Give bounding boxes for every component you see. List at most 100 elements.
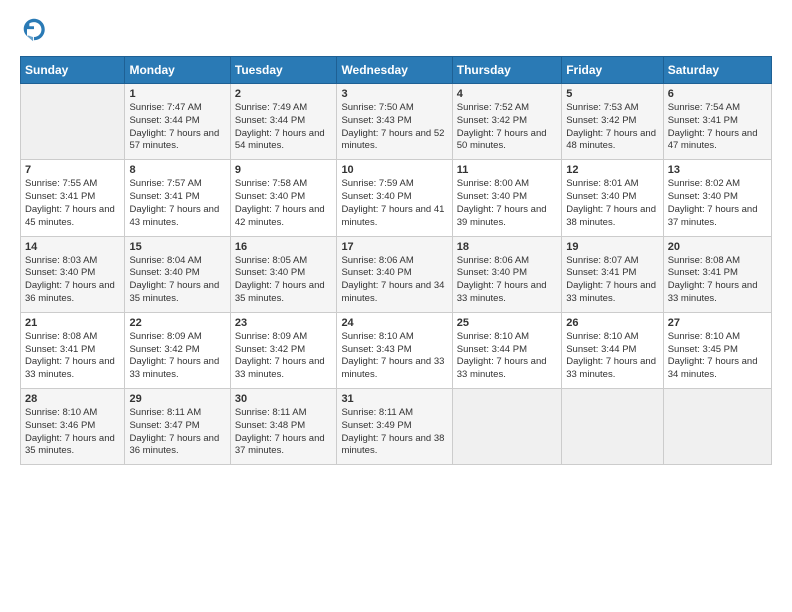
day-info: Sunrise: 8:03 AMSunset: 3:40 PMDaylight:… (25, 255, 120, 306)
day-number: 1 (129, 88, 225, 100)
day-number: 7 (25, 164, 120, 176)
day-cell: 16Sunrise: 8:05 AMSunset: 3:40 PMDayligh… (230, 236, 337, 312)
day-cell: 4Sunrise: 7:52 AMSunset: 3:42 PMDaylight… (452, 84, 561, 160)
calendar-table: SundayMondayTuesdayWednesdayThursdayFrid… (20, 56, 772, 465)
week-row-3: 21 Sunrise: 8:08 AMSunset: 3:41 PMDayligh… (21, 312, 772, 388)
day-cell: 7 Sunrise: 7:55 AMSunset: 3:41 PMDaylight… (21, 160, 125, 236)
day-cell: 23Sunrise: 8:09 AMSunset: 3:42 PMDayligh… (230, 312, 337, 388)
col-header-monday: Monday (125, 57, 230, 84)
day-number: 22 (129, 317, 225, 329)
week-row-4: 28 Sunrise: 8:10 AMSunset: 3:46 PMDayligh… (21, 389, 772, 465)
day-info: Sunrise: 8:06 AMSunset: 3:40 PMDaylight:… (341, 255, 447, 306)
day-cell: 11 Sunrise: 8:00 AMSunset: 3:40 PMDayligh… (452, 160, 561, 236)
day-cell: 13 Sunrise: 8:02 AMSunset: 3:40 PMDayligh… (663, 160, 771, 236)
day-cell: 17 Sunrise: 8:06 AMSunset: 3:40 PMDayligh… (337, 236, 452, 312)
day-info: Sunrise: 7:47 AMSunset: 3:44 PMDaylight:… (129, 102, 225, 153)
day-number: 16 (235, 241, 333, 253)
day-cell: 19 Sunrise: 8:07 AMSunset: 3:41 PMDayligh… (562, 236, 663, 312)
col-header-tuesday: Tuesday (230, 57, 337, 84)
day-cell: 31 Sunrise: 8:11 AMSunset: 3:49 PMDayligh… (337, 389, 452, 465)
day-number: 15 (129, 241, 225, 253)
day-info: Sunrise: 8:09 AMSunset: 3:42 PMDaylight:… (235, 331, 333, 382)
day-number: 14 (25, 241, 120, 253)
day-cell: 22 Sunrise: 8:09 AMSunset: 3:42 PMDayligh… (125, 312, 230, 388)
day-number: 28 (25, 393, 120, 405)
day-info: Sunrise: 8:11 AMSunset: 3:48 PMDaylight:… (235, 407, 333, 458)
day-cell: 26 Sunrise: 8:10 AMSunset: 3:44 PMDayligh… (562, 312, 663, 388)
day-cell: 24 Sunrise: 8:10 AMSunset: 3:43 PMDayligh… (337, 312, 452, 388)
day-cell: 14 Sunrise: 8:03 AMSunset: 3:40 PMDayligh… (21, 236, 125, 312)
day-cell: 8Sunrise: 7:57 AMSunset: 3:41 PMDaylight… (125, 160, 230, 236)
day-info: Sunrise: 7:55 AMSunset: 3:41 PMDaylight:… (25, 178, 120, 229)
day-number: 11 (457, 164, 557, 176)
day-cell (452, 389, 561, 465)
day-info: Sunrise: 8:07 AMSunset: 3:41 PMDaylight:… (566, 255, 658, 306)
day-cell (663, 389, 771, 465)
day-number: 2 (235, 88, 333, 100)
day-cell: 30 Sunrise: 8:11 AMSunset: 3:48 PMDayligh… (230, 389, 337, 465)
day-number: 10 (341, 164, 447, 176)
day-info: Sunrise: 8:10 AMSunset: 3:44 PMDaylight:… (566, 331, 658, 382)
day-info: Sunrise: 8:09 AMSunset: 3:42 PMDaylight:… (129, 331, 225, 382)
day-cell: 2 Sunrise: 7:49 AMSunset: 3:44 PMDaylight… (230, 84, 337, 160)
day-cell: 18Sunrise: 8:06 AMSunset: 3:40 PMDayligh… (452, 236, 561, 312)
day-number: 26 (566, 317, 658, 329)
day-info: Sunrise: 7:57 AMSunset: 3:41 PMDaylight:… (129, 178, 225, 229)
day-info: Sunrise: 8:04 AMSunset: 3:40 PMDaylight:… (129, 255, 225, 306)
day-info: Sunrise: 7:58 AMSunset: 3:40 PMDaylight:… (235, 178, 333, 229)
day-cell: 20 Sunrise: 8:08 AMSunset: 3:41 PMDayligh… (663, 236, 771, 312)
day-number: 21 (25, 317, 120, 329)
day-cell: 28 Sunrise: 8:10 AMSunset: 3:46 PMDayligh… (21, 389, 125, 465)
day-cell: 6 Sunrise: 7:54 AMSunset: 3:41 PMDaylight… (663, 84, 771, 160)
day-info: Sunrise: 8:08 AMSunset: 3:41 PMDaylight:… (25, 331, 120, 382)
header-row: SundayMondayTuesdayWednesdayThursdayFrid… (21, 57, 772, 84)
day-number: 25 (457, 317, 557, 329)
day-info: Sunrise: 8:06 AMSunset: 3:40 PMDaylight:… (457, 255, 557, 306)
day-info: Sunrise: 8:10 AMSunset: 3:43 PMDaylight:… (341, 331, 447, 382)
col-header-thursday: Thursday (452, 57, 561, 84)
week-row-0: 1 Sunrise: 7:47 AMSunset: 3:44 PMDaylight… (21, 84, 772, 160)
day-number: 6 (668, 88, 767, 100)
col-header-friday: Friday (562, 57, 663, 84)
day-cell: 15 Sunrise: 8:04 AMSunset: 3:40 PMDayligh… (125, 236, 230, 312)
day-cell: 1 Sunrise: 7:47 AMSunset: 3:44 PMDaylight… (125, 84, 230, 160)
day-cell: 25 Sunrise: 8:10 AMSunset: 3:44 PMDayligh… (452, 312, 561, 388)
logo (20, 16, 50, 46)
week-row-1: 7 Sunrise: 7:55 AMSunset: 3:41 PMDaylight… (21, 160, 772, 236)
day-cell: 27 Sunrise: 8:10 AMSunset: 3:45 PMDayligh… (663, 312, 771, 388)
header (20, 16, 772, 46)
day-number: 31 (341, 393, 447, 405)
day-number: 17 (341, 241, 447, 253)
day-number: 30 (235, 393, 333, 405)
col-header-wednesday: Wednesday (337, 57, 452, 84)
day-cell: 21 Sunrise: 8:08 AMSunset: 3:41 PMDayligh… (21, 312, 125, 388)
day-cell (562, 389, 663, 465)
day-info: Sunrise: 8:10 AMSunset: 3:45 PMDaylight:… (668, 331, 767, 382)
day-cell (21, 84, 125, 160)
day-info: Sunrise: 7:52 AMSunset: 3:42 PMDaylight:… (457, 102, 557, 153)
day-info: Sunrise: 8:10 AMSunset: 3:46 PMDaylight:… (25, 407, 120, 458)
day-cell: 10Sunrise: 7:59 AMSunset: 3:40 PMDayligh… (337, 160, 452, 236)
logo-icon (20, 16, 48, 44)
day-cell: 12Sunrise: 8:01 AMSunset: 3:40 PMDayligh… (562, 160, 663, 236)
day-info: Sunrise: 8:00 AMSunset: 3:40 PMDaylight:… (457, 178, 557, 229)
col-header-sunday: Sunday (21, 57, 125, 84)
day-info: Sunrise: 8:02 AMSunset: 3:40 PMDaylight:… (668, 178, 767, 229)
day-number: 13 (668, 164, 767, 176)
day-info: Sunrise: 7:49 AMSunset: 3:44 PMDaylight:… (235, 102, 333, 153)
day-info: Sunrise: 8:08 AMSunset: 3:41 PMDaylight:… (668, 255, 767, 306)
day-number: 20 (668, 241, 767, 253)
day-info: Sunrise: 8:10 AMSunset: 3:44 PMDaylight:… (457, 331, 557, 382)
day-cell: 3Sunrise: 7:50 AMSunset: 3:43 PMDaylight… (337, 84, 452, 160)
day-number: 5 (566, 88, 658, 100)
day-number: 9 (235, 164, 333, 176)
day-info: Sunrise: 7:54 AMSunset: 3:41 PMDaylight:… (668, 102, 767, 153)
day-number: 19 (566, 241, 658, 253)
day-info: Sunrise: 8:01 AMSunset: 3:40 PMDaylight:… (566, 178, 658, 229)
day-info: Sunrise: 8:11 AMSunset: 3:49 PMDaylight:… (341, 407, 447, 458)
day-number: 3 (341, 88, 447, 100)
col-header-saturday: Saturday (663, 57, 771, 84)
day-number: 24 (341, 317, 447, 329)
day-cell: 9 Sunrise: 7:58 AMSunset: 3:40 PMDaylight… (230, 160, 337, 236)
day-number: 27 (668, 317, 767, 329)
